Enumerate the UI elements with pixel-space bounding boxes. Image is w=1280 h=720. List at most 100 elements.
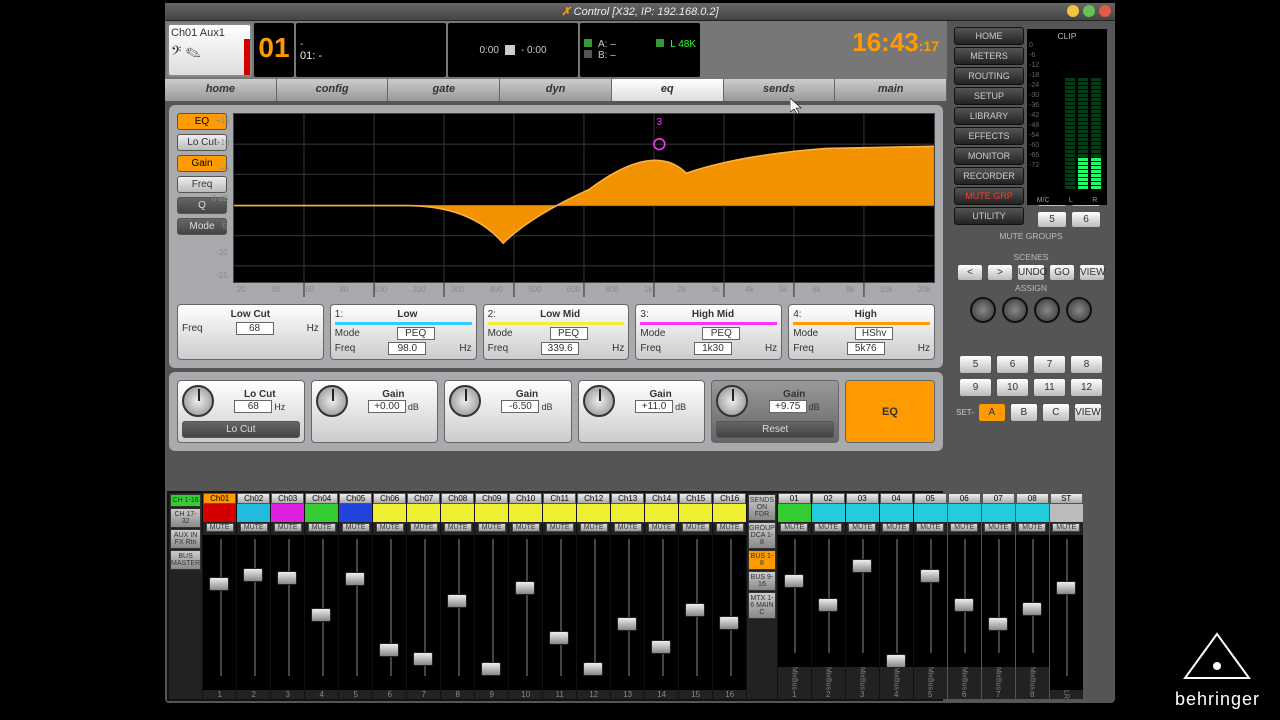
assign-set-b[interactable]: B — [1010, 403, 1038, 422]
knob-4[interactable]: Gain+9.75dBReset — [711, 380, 839, 443]
tab-sends[interactable]: sends — [724, 79, 836, 101]
clip-meters: CLIP 0-6-12-18-24-30-36-42-48-54-60-66-7… — [1027, 29, 1107, 205]
layer-0[interactable]: CH 1-16 — [170, 494, 201, 507]
bus-strip-05[interactable]: 05MUTEMixBus5 — [914, 493, 947, 699]
channel-strip-8[interactable]: Ch08MUTE8 — [441, 493, 474, 699]
transport-display[interactable]: 0:00 - 0:00 — [448, 23, 578, 77]
routing-display[interactable]: A: –L 48K B: – — [580, 23, 700, 77]
assign-knob-3[interactable] — [1034, 297, 1060, 323]
layer-2[interactable]: AUX IN FX Rtn — [170, 529, 201, 549]
behringer-logo: behringer — [1175, 630, 1260, 710]
bus-layer-3[interactable]: BUS 9-16 — [748, 571, 776, 591]
bus-strip-ST[interactable]: STMUTELR — [1050, 493, 1083, 699]
assign-key-10[interactable]: 10 — [996, 378, 1029, 397]
channel-badge[interactable]: Ch01 Aux1 𝄢 ✎ — [167, 23, 252, 77]
sidemenu-monitor[interactable]: MONITOR — [954, 147, 1024, 165]
channel-strip-12[interactable]: Ch12MUTE12 — [577, 493, 610, 699]
bus-strip-06[interactable]: 06MUTEMixBus6 — [948, 493, 981, 699]
bus-layer-0[interactable]: SENDS ON FDR — [748, 494, 776, 521]
sidemenu-recorder[interactable]: RECORDER — [954, 167, 1024, 185]
assign-set-view[interactable]: VIEW — [1074, 403, 1102, 422]
eq-graph[interactable]: 3 +15 +10 +5 0 dB -5 -10 -15 — [233, 113, 935, 283]
bus-layer-2[interactable]: BUS 1-8 — [748, 550, 776, 570]
sidemenu-routing[interactable]: ROUTING — [954, 67, 1024, 85]
eq-band-2[interactable]: 2:Low MidModePEQFreq339.6Hz — [483, 304, 630, 360]
channel-strip-10[interactable]: Ch10MUTE10 — [509, 493, 542, 699]
tab-main[interactable]: main — [835, 79, 947, 101]
channel-strip-9[interactable]: Ch09MUTE9 — [475, 493, 508, 699]
assign-key-12[interactable]: 12 — [1070, 378, 1103, 397]
assign-set-row: SET- ABCVIEW — [951, 401, 1111, 424]
bus-strip-08[interactable]: 08MUTEMixBus8 — [1016, 493, 1049, 699]
knob-0[interactable]: Lo Cut68HzLo Cut — [177, 380, 305, 443]
channel-strip-2[interactable]: Ch02MUTE2 — [237, 493, 270, 699]
assign-key-6[interactable]: 6 — [996, 355, 1029, 374]
tab-gate[interactable]: gate — [388, 79, 500, 101]
channel-strip-11[interactable]: Ch11MUTE11 — [543, 493, 576, 699]
sidemenu-home[interactable]: HOME — [954, 27, 1024, 45]
sidemenu-utility[interactable]: UTILITY — [954, 207, 1024, 225]
channel-strip-5[interactable]: Ch05MUTE5 — [339, 493, 372, 699]
assign-set-a[interactable]: A — [978, 403, 1006, 422]
sidemenu-setup[interactable]: SETUP — [954, 87, 1024, 105]
bus-strip-02[interactable]: 02MUTEMixBus2 — [812, 493, 845, 699]
assign-set-c[interactable]: C — [1042, 403, 1070, 422]
bus-strip-07[interactable]: 07MUTEMixBus7 — [982, 493, 1015, 699]
channel-strip-3[interactable]: Ch03MUTE3 — [271, 493, 304, 699]
mute-group-5[interactable]: 5 — [1037, 211, 1067, 228]
scene-<[interactable]: < — [957, 264, 983, 281]
eq-band-4[interactable]: 4:HighModeHShvFreq5k76Hz — [788, 304, 935, 360]
channel-strip-13[interactable]: Ch13MUTE13 — [611, 493, 644, 699]
knob-1[interactable]: Gain+0.00dB — [311, 380, 439, 443]
scene-go[interactable]: GO — [1049, 264, 1075, 281]
window-minimize-icon[interactable] — [1067, 5, 1079, 17]
channel-strip-6[interactable]: Ch06MUTE6 — [373, 493, 406, 699]
bus-layer-4[interactable]: MTX 1-6 MAIN C — [748, 592, 776, 619]
eq-panel: EQLo CutGainFreqQMode — [169, 105, 943, 368]
scene->[interactable]: > — [987, 264, 1013, 281]
tab-home[interactable]: home — [165, 79, 277, 101]
assign-knob-2[interactable] — [1002, 297, 1028, 323]
assign-key-8[interactable]: 8 — [1070, 355, 1103, 374]
channel-strip-1[interactable]: Ch01MUTE1 — [203, 493, 236, 699]
sidemenu-meters[interactable]: METERS — [954, 47, 1024, 65]
bus-layer-1[interactable]: GROUP DCA 1-8 — [748, 522, 776, 549]
scene-undo[interactable]: UNDO — [1017, 264, 1045, 281]
assign-key-7[interactable]: 7 — [1033, 355, 1066, 374]
bus-strip-01[interactable]: 01MUTEMixBus1 — [778, 493, 811, 699]
assign-knob-4[interactable] — [1066, 297, 1092, 323]
assign-key-9[interactable]: 9 — [959, 378, 992, 397]
channel-strip-16[interactable]: Ch16MUTE16 — [713, 493, 746, 699]
assign-key-11[interactable]: 11 — [1033, 378, 1066, 397]
bus-strip-03[interactable]: 03MUTEMixBus3 — [846, 493, 879, 699]
eq-band-3[interactable]: 3:High MidModePEQFreq1k30Hz — [635, 304, 782, 360]
sidemenu-mute-grp[interactable]: MUTE GRP — [954, 187, 1024, 205]
eq-engage-button[interactable]: EQ — [845, 380, 935, 443]
scene-view[interactable]: VIEW — [1079, 264, 1105, 281]
bus-strip-04[interactable]: 04MUTEMixBus4 — [880, 493, 913, 699]
eq-knob-row: Lo Cut68HzLo CutGain+0.00dBGain-6.50dBGa… — [169, 372, 943, 451]
tab-dyn[interactable]: dyn — [500, 79, 612, 101]
layer-1[interactable]: CH 17-32 — [170, 508, 201, 528]
assign-key-5[interactable]: 5 — [959, 355, 992, 374]
assign-knob-1[interactable] — [970, 297, 996, 323]
tab-config[interactable]: config — [277, 79, 389, 101]
channel-strip-15[interactable]: Ch15MUTE15 — [679, 493, 712, 699]
knob-2[interactable]: Gain-6.50dB — [444, 380, 572, 443]
channel-strip-4[interactable]: Ch04MUTE4 — [305, 493, 338, 699]
knob-3[interactable]: Gain+11.0dB — [578, 380, 706, 443]
channel-strip-14[interactable]: Ch14MUTE14 — [645, 493, 678, 699]
channel-tabs: homeconfiggatedyneqsendsmain — [165, 79, 947, 101]
eq-band-0[interactable]: Low CutFreq68Hz — [177, 304, 324, 360]
mute-group-6[interactable]: 6 — [1071, 211, 1101, 228]
layer-3[interactable]: BUS MASTER — [170, 550, 201, 570]
tab-eq[interactable]: eq — [612, 79, 724, 101]
eq-band-1[interactable]: 1:LowModePEQFreq98.0Hz — [330, 304, 477, 360]
channel-strip-7[interactable]: Ch07MUTE7 — [407, 493, 440, 699]
window-maximize-icon[interactable] — [1083, 5, 1095, 17]
sidemenu-effects[interactable]: EFFECTS — [954, 127, 1024, 145]
window-close-icon[interactable] — [1099, 5, 1111, 17]
eq-side-freq[interactable]: Freq — [177, 176, 227, 193]
scene-display[interactable]: - 01: - — [296, 23, 446, 77]
sidemenu-library[interactable]: LIBRARY — [954, 107, 1024, 125]
